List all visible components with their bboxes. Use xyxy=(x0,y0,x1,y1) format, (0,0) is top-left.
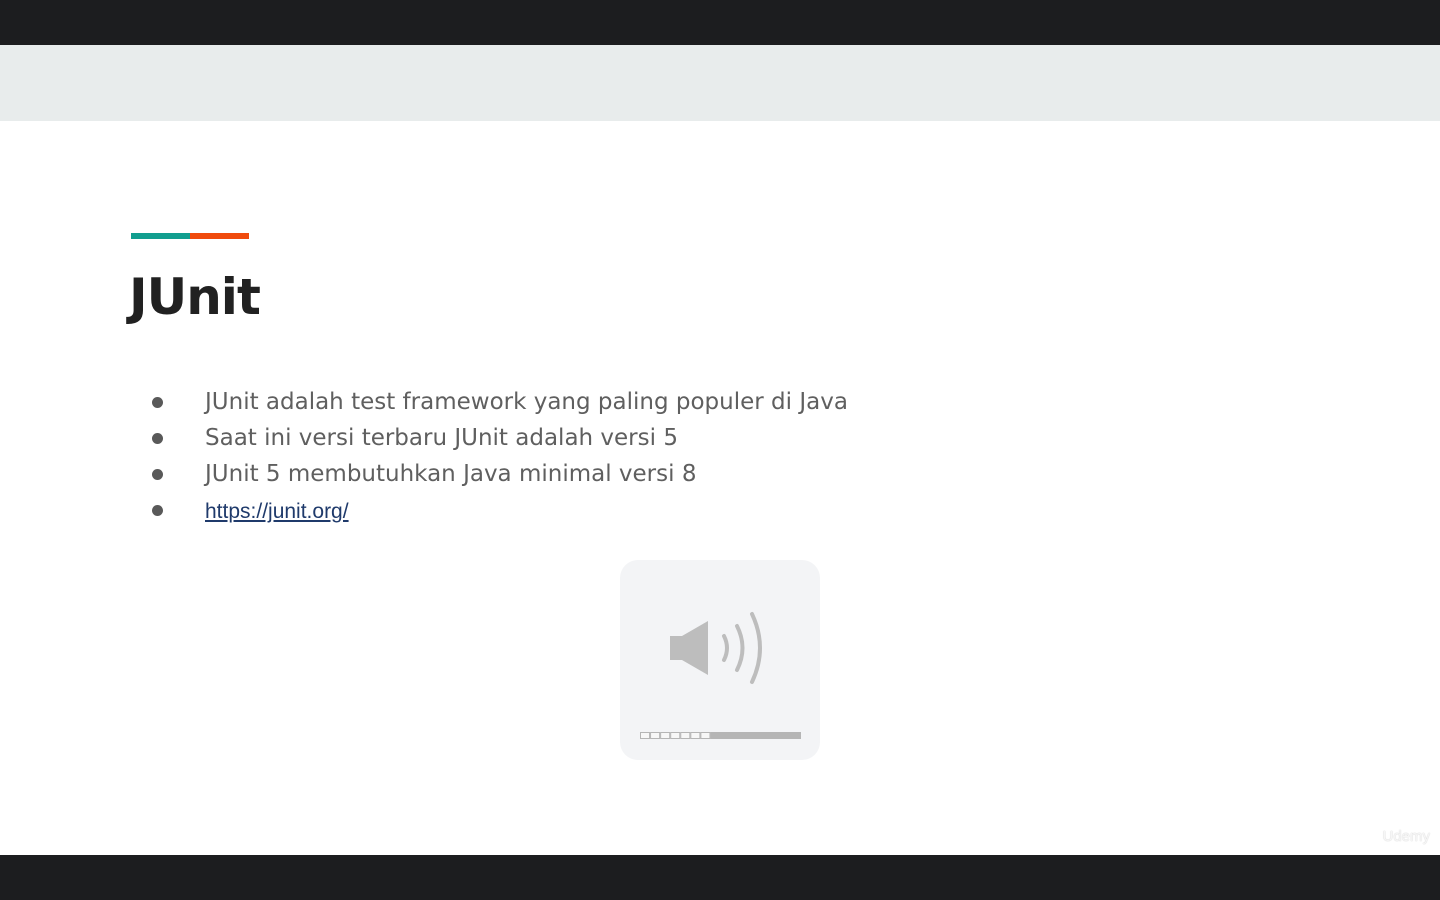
list-item: JUnit 5 membutuhkan Java minimal versi 8 xyxy=(148,456,848,492)
volume-segment-empty xyxy=(660,732,671,739)
volume-segment-empty xyxy=(640,732,651,739)
slide: JUnit JUnit adalah test framework yang p… xyxy=(0,45,1440,855)
bullet-text: Saat ini versi terbaru JUnit adalah vers… xyxy=(205,425,678,451)
slide-title: JUnit xyxy=(129,268,261,326)
udemy-watermark: Udemy xyxy=(1382,828,1430,845)
speaker-volume-icon xyxy=(670,612,762,684)
bullet-dot-icon xyxy=(152,396,163,408)
bullet-text: JUnit adalah test framework yang paling … xyxy=(205,389,848,415)
volume-segment-empty xyxy=(690,732,701,739)
list-item: https://junit.org/ xyxy=(148,492,848,528)
volume-overlay-graphic xyxy=(640,612,801,739)
bullet-list: JUnit adalah test framework yang paling … xyxy=(148,384,848,528)
top-letterbox-bar xyxy=(0,0,1440,45)
volume-segment-filled xyxy=(710,732,801,739)
bullet-dot-icon xyxy=(152,504,163,516)
junit-link[interactable]: https://junit.org/ xyxy=(205,500,349,524)
volume-segment-empty xyxy=(670,732,681,739)
accent-bar-orange xyxy=(190,233,249,239)
list-item: Saat ini versi terbaru JUnit adalah vers… xyxy=(148,420,848,456)
bottom-letterbox-bar xyxy=(0,855,1440,900)
volume-level-meter xyxy=(640,732,801,739)
bullet-dot-icon xyxy=(152,468,163,480)
list-item: JUnit adalah test framework yang paling … xyxy=(148,384,848,420)
accent-bar-teal xyxy=(131,233,190,239)
bullet-text: JUnit 5 membutuhkan Java minimal versi 8 xyxy=(205,461,697,487)
volume-segment-empty xyxy=(680,732,691,739)
bullet-dot-icon xyxy=(152,432,163,444)
volume-overlay xyxy=(620,560,820,760)
volume-segment-empty xyxy=(650,732,661,739)
slide-header-band xyxy=(0,45,1440,121)
volume-segment-empty xyxy=(700,732,711,739)
